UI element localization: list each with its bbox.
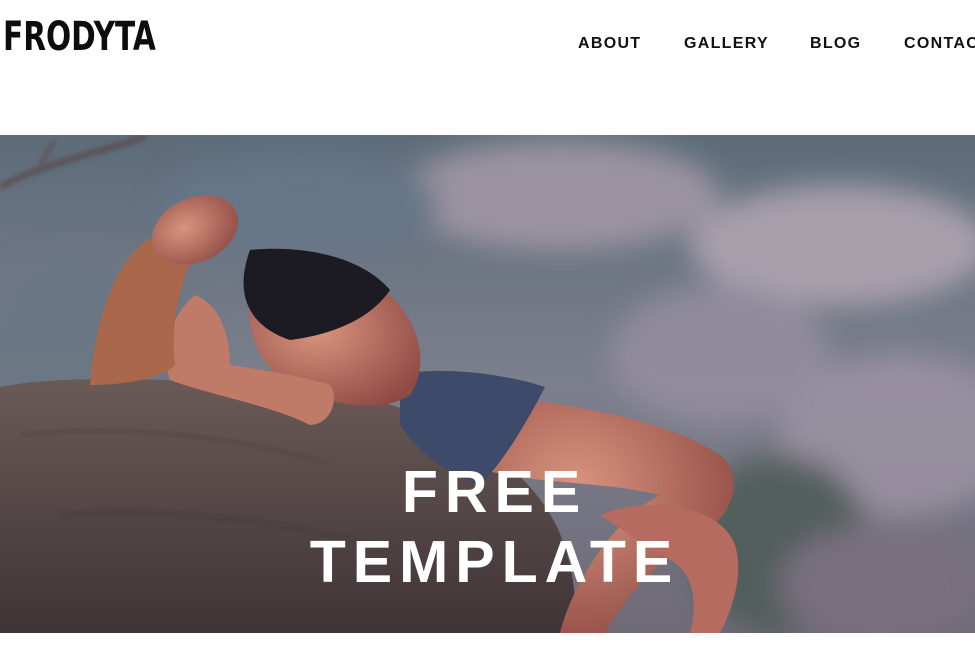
hero-title-line2: TEMPLATE (309, 529, 680, 595)
nav-item-blog[interactable]: BLOG (810, 35, 861, 53)
hero-title-line1: FREE (401, 459, 588, 525)
hero-title: FREE TEMPLATE (0, 457, 975, 597)
hero-banner: FREE TEMPLATE (0, 135, 975, 633)
nav-item-about[interactable]: ABOUT (578, 35, 641, 53)
main-nav: ABOUT GALLERY BLOG CONTACT (0, 0, 975, 90)
nav-item-gallery[interactable]: GALLERY (684, 35, 769, 53)
site-header: FRODYTA ABOUT GALLERY BLOG CONTACT (0, 0, 975, 135)
page-bottom-spacer (0, 633, 975, 650)
nav-item-contact[interactable]: CONTACT (904, 35, 975, 53)
